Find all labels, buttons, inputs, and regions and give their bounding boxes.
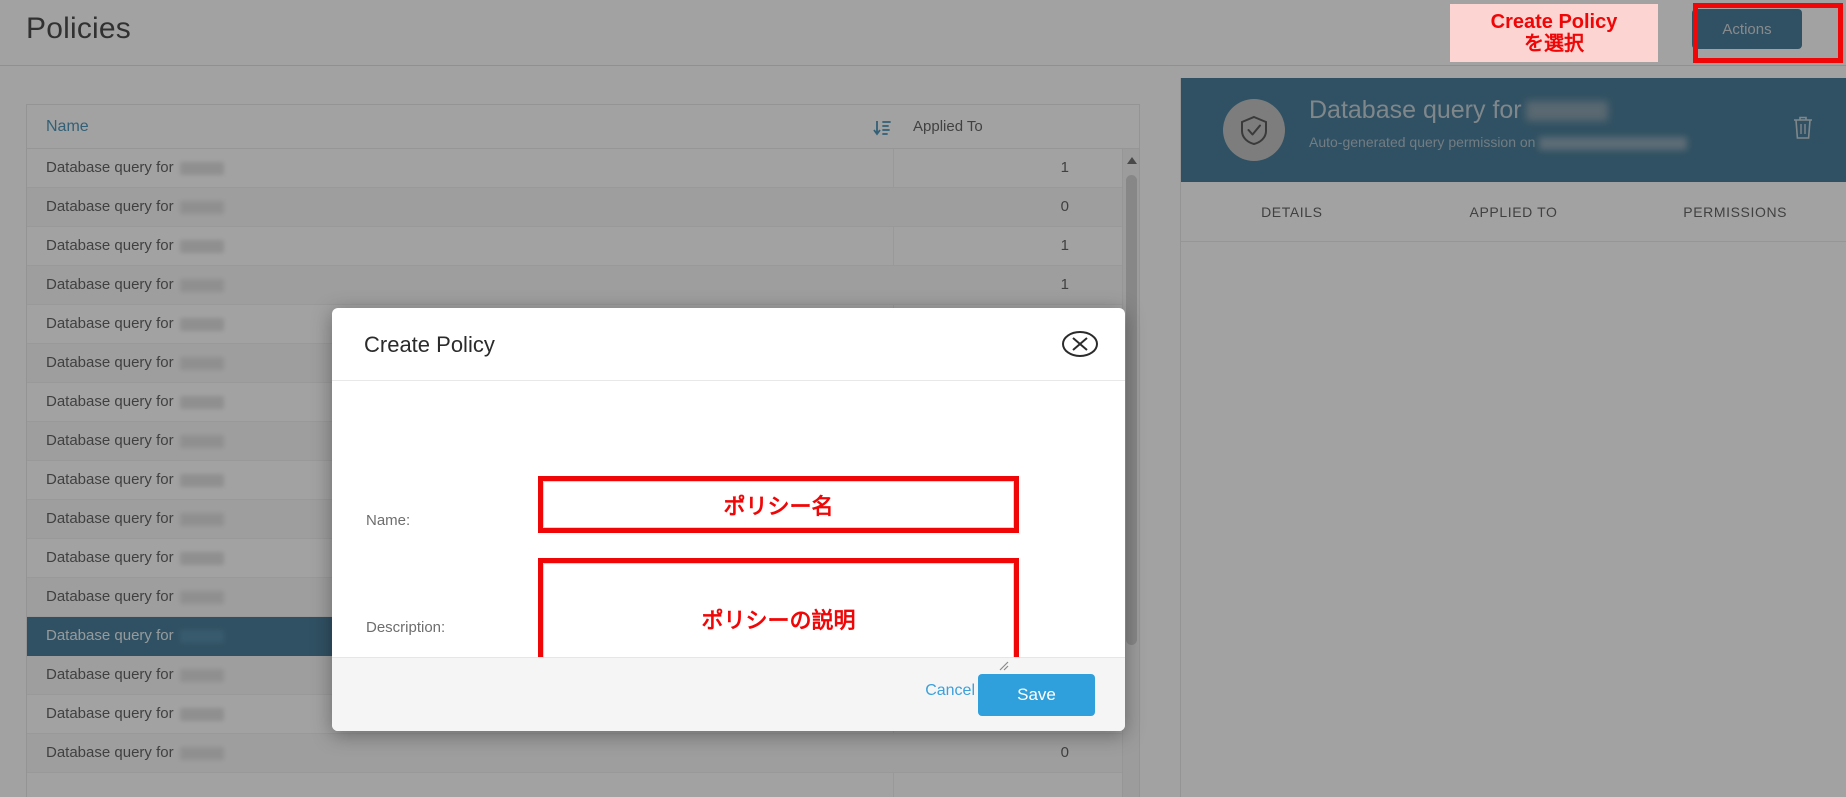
cancel-button[interactable]: Cancel [925,682,975,700]
close-circle-icon[interactable] [1060,330,1100,360]
dialog-title: Create Policy [364,332,495,357]
description-field-label: Description: [366,619,446,636]
name-annotation-text: ポリシー名 [723,493,834,519]
annotation-line-1: Create Policy [1490,10,1618,33]
description-annotation-text: ポリシーの説明 [701,607,856,633]
annotation-line-2: を選択 [1524,33,1584,55]
name-field-highlight: ポリシー名 [538,476,1019,533]
save-button[interactable]: Save [978,674,1095,716]
name-field-label: Name: [366,512,411,529]
dialog-body: Name: ポリシー名 Description: ポリシーの説明 [332,381,1125,679]
resize-grip-icon[interactable] [997,658,1009,671]
create-policy-dialog: Create Policy Name: ポリシー名 Description: ポ… [332,308,1125,731]
dialog-header: Create Policy [332,308,1125,381]
annotation-callout: Create Policy を選択 [1450,4,1658,62]
